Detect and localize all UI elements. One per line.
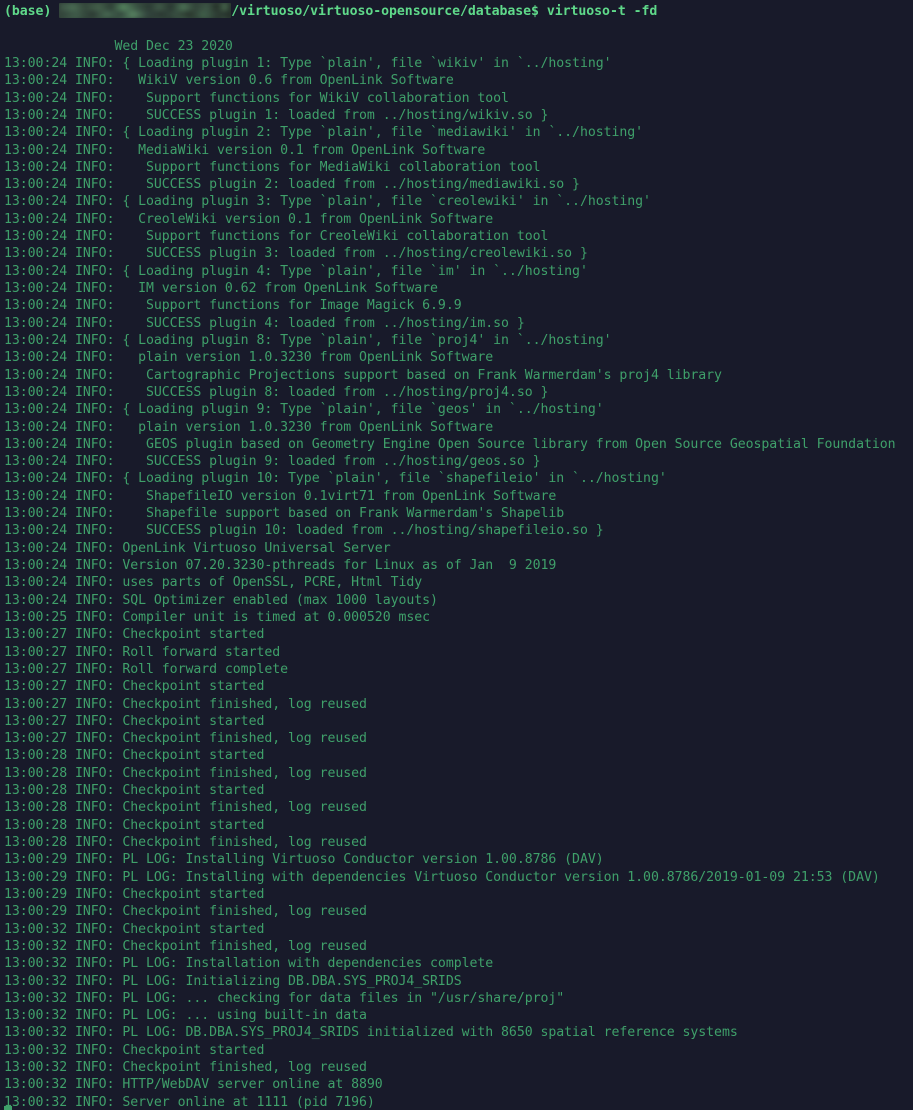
- log-line: 13:00:27 INFO: Checkpoint started: [4, 627, 265, 643]
- log-line: 13:00:32 INFO: PL LOG: DB.DBA.SYS_PROJ4_…: [4, 1025, 738, 1041]
- log-line: 13:00:32 INFO: Server online at 1111 (pi…: [4, 1094, 375, 1110]
- banner-date: Wed Dec 23 2020: [4, 38, 233, 54]
- prompt-space-2: [539, 4, 547, 19]
- text-cursor: [4, 1106, 12, 1110]
- log-line: 13:00:32 INFO: PL LOG: ... using built-i…: [4, 1008, 367, 1024]
- log-line: 13:00:24 INFO: { Loading plugin 4: Type …: [4, 263, 588, 279]
- log-line: 13:00:28 INFO: Checkpoint started: [4, 748, 265, 764]
- log-line: 13:00:32 INFO: Checkpoint finished, log …: [4, 1060, 367, 1076]
- terminal-window[interactable]: (base) /virtuoso/virtuoso-opensource/dat…: [0, 0, 913, 1110]
- log-line: 13:00:28 INFO: Checkpoint started: [4, 817, 265, 833]
- log-line: 13:00:32 INFO: PL LOG: Installation with…: [4, 956, 494, 972]
- log-line: 13:00:24 INFO: ShapefileIO version 0.1vi…: [4, 488, 557, 504]
- log-line: 13:00:24 INFO: Shapefile support based o…: [4, 506, 565, 522]
- log-line: 13:00:24 INFO: Support functions for Med…: [4, 159, 541, 175]
- log-line: 13:00:28 INFO: Checkpoint started: [4, 783, 265, 799]
- log-line: 13:00:27 INFO: Checkpoint finished, log …: [4, 731, 367, 747]
- log-line: 13:00:24 INFO: Version 07.20.3230-pthrea…: [4, 558, 557, 573]
- log-line: 13:00:24 INFO: OpenLink Virtuoso Univers…: [4, 540, 391, 556]
- log-line: 13:00:29 INFO: PL LOG: Installing Virtuo…: [4, 852, 604, 868]
- log-line: 13:00:27 INFO: Checkpoint started: [4, 713, 265, 729]
- log-line: 13:00:25 INFO: Compiler unit is timed at…: [4, 609, 431, 625]
- log-line: 13:00:24 INFO: { Loading plugin 2: Type …: [4, 125, 644, 141]
- log-line: 13:00:24 INFO: SUCCESS plugin 2: loaded …: [4, 177, 580, 193]
- log-line: 13:00:24 INFO: { Loading plugin 9: Type …: [4, 402, 604, 418]
- prompt-path: /virtuoso/virtuoso-opensource/database$: [231, 4, 539, 19]
- log-line: 13:00:28 INFO: Checkpoint finished, log …: [4, 765, 367, 781]
- log-line: 13:00:29 INFO: PL LOG: Installing with d…: [4, 869, 880, 885]
- redacted-user-host-block: [59, 3, 232, 18]
- log-line: 13:00:27 INFO: Checkpoint finished, log …: [4, 696, 367, 712]
- log-line: 13:00:32 INFO: Checkpoint finished, log …: [4, 938, 367, 954]
- shell-prompt-line: (base) /virtuoso/virtuoso-opensource/dat…: [4, 3, 913, 20]
- log-line: 13:00:24 INFO: plain version 1.0.3230 fr…: [4, 419, 494, 435]
- log-line: 13:00:24 INFO: IM version 0.62 from Open…: [4, 281, 438, 296]
- log-line: 13:00:29 INFO: Checkpoint started: [4, 886, 265, 902]
- log-output: 13:00:24 INFO: { Loading plugin 1: Type …: [4, 55, 913, 1110]
- log-line: 13:00:24 INFO: Support functions for Wik…: [4, 90, 509, 106]
- log-line: 13:00:29 INFO: Checkpoint finished, log …: [4, 904, 367, 920]
- log-line: 13:00:24 INFO: SUCCESS plugin 10: loaded…: [4, 523, 604, 539]
- log-line: 13:00:27 INFO: Roll forward complete: [4, 661, 289, 677]
- log-line: 13:00:24 INFO: WikiV version 0.6 from Op…: [4, 73, 454, 89]
- log-line: 13:00:28 INFO: Checkpoint finished, log …: [4, 835, 367, 850]
- log-line: 13:00:24 INFO: uses parts of OpenSSL, PC…: [4, 575, 423, 591]
- log-line: 13:00:24 INFO: CreoleWiki version 0.1 fr…: [4, 211, 494, 227]
- log-line: 13:00:24 INFO: SUCCESS plugin 3: loaded …: [4, 246, 588, 262]
- log-line: 13:00:24 INFO: MediaWiki version 0.1 fro…: [4, 142, 486, 158]
- log-line: 13:00:24 INFO: { Loading plugin 10: Type…: [4, 471, 667, 487]
- log-line: 13:00:24 INFO: Support functions for Ima…: [4, 298, 462, 314]
- log-line: 13:00:24 INFO: SQL Optimizer enabled (ma…: [4, 592, 438, 608]
- log-line: 13:00:24 INFO: SUCCESS plugin 1: loaded …: [4, 107, 549, 123]
- log-line: 13:00:24 INFO: Support functions for Cre…: [4, 229, 549, 245]
- log-line: 13:00:24 INFO: SUCCESS plugin 8: loaded …: [4, 384, 549, 400]
- log-line: 13:00:24 INFO: SUCCESS plugin 9: loaded …: [4, 454, 541, 470]
- log-line: 13:00:32 INFO: HTTP/WebDAV server online…: [4, 1077, 383, 1093]
- log-line: 13:00:24 INFO: GEOS plugin based on Geom…: [4, 436, 896, 452]
- log-line: 13:00:24 INFO: SUCCESS plugin 4: loaded …: [4, 315, 525, 331]
- log-line: 13:00:24 INFO: plain version 1.0.3230 fr…: [4, 350, 494, 366]
- log-line: 13:00:24 INFO: { Loading plugin 8: Type …: [4, 332, 612, 348]
- log-line: 13:00:28 INFO: Checkpoint finished, log …: [4, 800, 367, 816]
- prompt-command: virtuoso-t -fd: [546, 4, 658, 19]
- conda-env-label: (base): [4, 4, 52, 19]
- log-line: 13:00:27 INFO: Checkpoint started: [4, 679, 265, 695]
- log-line: 13:00:24 INFO: { Loading plugin 3: Type …: [4, 194, 651, 210]
- log-line: 13:00:24 INFO: { Loading plugin 1: Type …: [4, 55, 612, 71]
- log-line: 13:00:32 INFO: PL LOG: ... checking for …: [4, 990, 565, 1006]
- log-line: 13:00:32 INFO: Checkpoint started: [4, 921, 265, 937]
- log-line: 13:00:24 INFO: Cartographic Projections …: [4, 367, 722, 383]
- log-line: 13:00:32 INFO: Checkpoint started: [4, 1042, 265, 1058]
- log-line: 13:00:27 INFO: Roll forward started: [4, 644, 281, 660]
- log-line: 13:00:32 INFO: PL LOG: Initializing DB.D…: [4, 973, 462, 989]
